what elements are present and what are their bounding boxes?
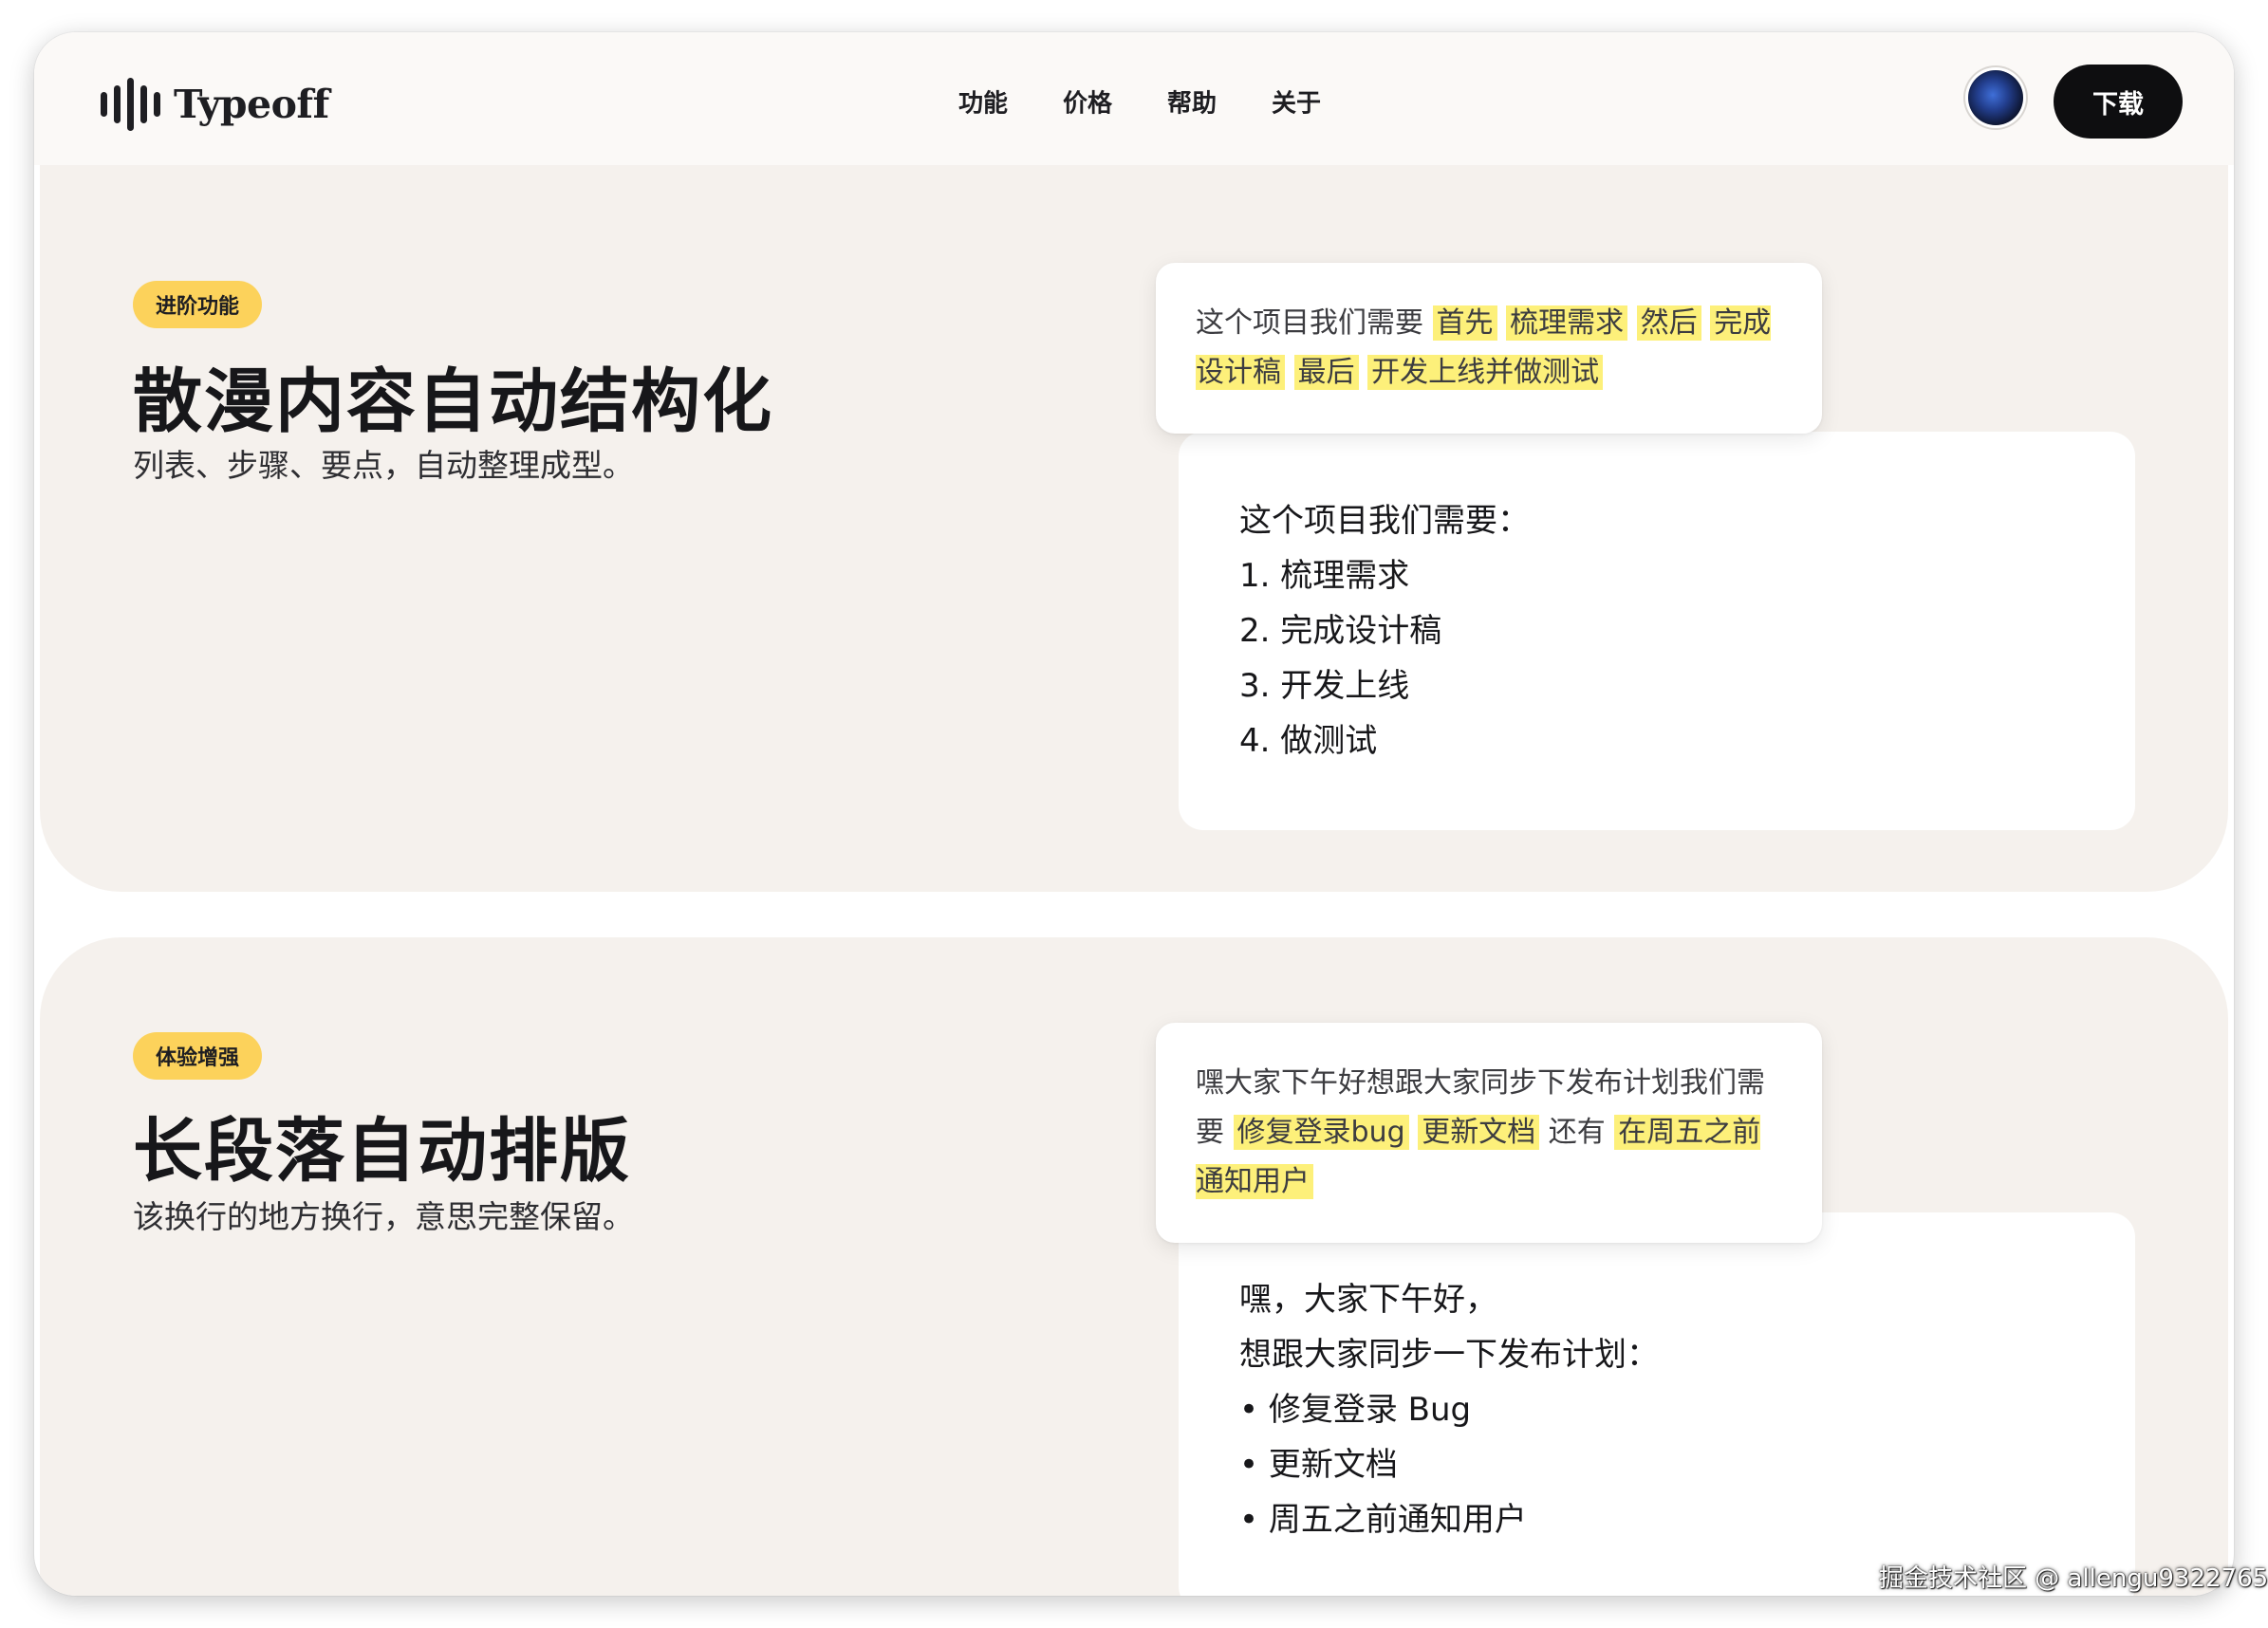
nav-item-about[interactable]: 关于	[1272, 84, 1321, 120]
highlighted-phrase: 修复登录bug	[1233, 1115, 1409, 1150]
feature-section-formatting: 体验增强 长段落自动排版 该换行的地方换行，意思完整保留。 嘿，大家下午好， 想…	[40, 937, 2228, 1596]
brand-name: Typeoff	[174, 82, 329, 127]
main-nav: 功能 价格 帮助 关于	[958, 84, 1321, 120]
output-line: • 周五之前通知用户	[1239, 1501, 1527, 1539]
browser-window: Typeoff 功能 价格 帮助 关于 下载 进阶功能 散漫内容自动结构化 列表…	[34, 32, 2234, 1596]
feature-subtitle: 该换行的地方换行，意思完整保留。	[133, 1198, 634, 1235]
output-card: 嘿，大家下午好， 想跟大家同步一下发布计划： • 修复登录 Bug • 更新文档…	[1179, 1212, 2135, 1596]
highlighted-phrase: 更新文档	[1418, 1115, 1540, 1150]
output-line: 这个项目我们需要：	[1239, 502, 1530, 540]
nav-item-features[interactable]: 功能	[958, 84, 1008, 120]
avatar[interactable]	[1968, 70, 2023, 125]
feature-badge: 进阶功能	[133, 281, 263, 328]
brand-logo[interactable]: Typeoff	[101, 78, 329, 131]
output-line: • 修复登录 Bug	[1239, 1391, 1472, 1429]
feature-title: 散漫内容自动结构化	[133, 361, 773, 442]
feature-title: 长段落自动排版	[133, 1111, 631, 1192]
highlighted-phrase: 开发上线并做测试	[1367, 355, 1604, 390]
input-text: 这个项目我们需要	[1196, 306, 1423, 340]
output-line: 2. 完成设计稿	[1239, 612, 1442, 650]
output-line: 4. 做测试	[1239, 722, 1378, 760]
watermark: 掘金技术社区 @ allengu9322765	[1879, 1564, 2268, 1593]
highlighted-phrase: 最后	[1293, 355, 1359, 390]
input-card: 嘿大家下午好想跟大家同步下发布计划我们需要 修复登录bug 更新文档 还有 在周…	[1156, 1023, 1822, 1243]
highlighted-phrase: 然后	[1636, 305, 1701, 341]
highlighted-phrase: 梳理需求	[1506, 305, 1628, 341]
output-line: 3. 开发上线	[1239, 667, 1410, 705]
download-button[interactable]: 下载	[2054, 65, 2183, 139]
feature-badge: 体验增强	[133, 1032, 263, 1080]
output-line: 嘿，大家下午好，	[1239, 1281, 1497, 1319]
feature-section-structuring: 进阶功能 散漫内容自动结构化 列表、步骤、要点，自动整理成型。 这个项目我们需要…	[40, 165, 2228, 892]
soundwave-icon	[101, 78, 160, 131]
output-line: 想跟大家同步一下发布计划：	[1239, 1336, 1659, 1374]
nav-item-help[interactable]: 帮助	[1167, 84, 1217, 120]
output-line: 1. 梳理需求	[1239, 557, 1410, 595]
input-text: 还有	[1548, 1116, 1606, 1149]
output-line: • 更新文档	[1239, 1446, 1398, 1484]
site-header: Typeoff 功能 价格 帮助 关于 下载	[34, 32, 2234, 165]
output-card: 这个项目我们需要： 1. 梳理需求 2. 完成设计稿 3. 开发上线 4. 做测…	[1179, 432, 2135, 830]
highlighted-phrase: 首先	[1432, 305, 1497, 341]
feature-subtitle: 列表、步骤、要点，自动整理成型。	[133, 447, 634, 484]
input-card: 这个项目我们需要 首先 梳理需求 然后 完成设计稿 最后 开发上线并做测试	[1156, 263, 1822, 434]
nav-item-pricing[interactable]: 价格	[1063, 84, 1112, 120]
